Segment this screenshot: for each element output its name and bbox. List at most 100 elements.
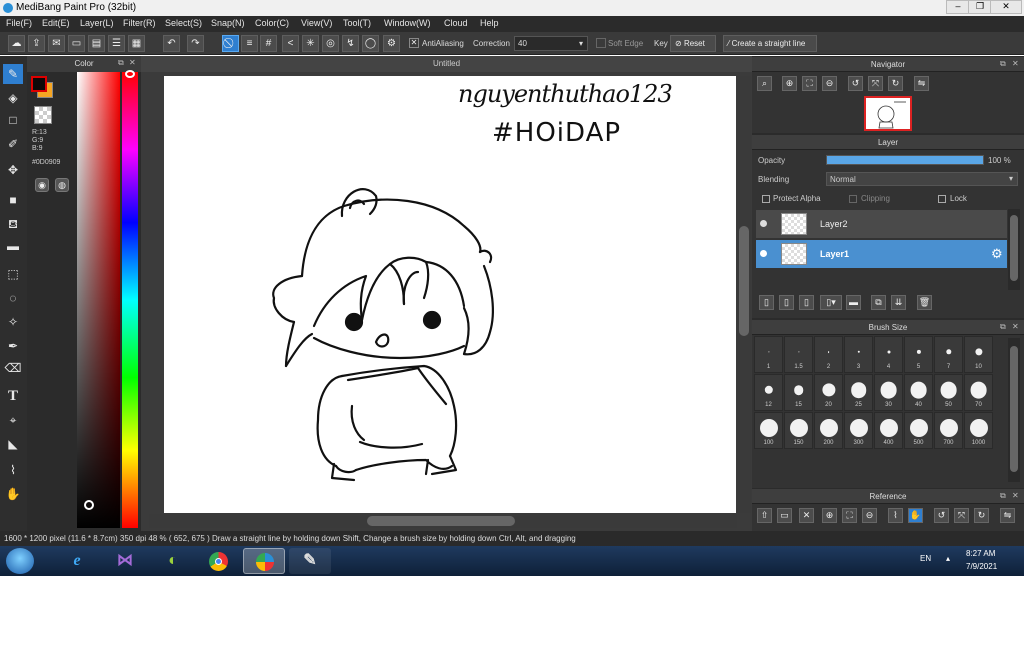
close-panel-icon[interactable]: ✕ (1012, 59, 1019, 68)
reset-button[interactable]: ⊘ Reset (670, 35, 716, 52)
navigator-thumbnail[interactable] (864, 96, 912, 131)
brush-size-cell[interactable]: 2 (814, 336, 843, 373)
add-layer-menu-icon[interactable]: ▯▾ (820, 295, 842, 310)
brush-size-scroll-thumb[interactable] (1010, 346, 1018, 472)
transparent-swatch[interactable] (34, 106, 52, 124)
menu-view[interactable]: View(V) (301, 18, 332, 28)
create-straight-line-button[interactable]: ⁄ Create a straight line (723, 35, 817, 52)
brush-size-cell[interactable]: 400 (874, 412, 903, 449)
rotate-right-icon[interactable]: ↻ (888, 76, 903, 91)
grid-icon[interactable]: ▦ (128, 35, 145, 52)
brush-size-cell[interactable]: 4 (874, 336, 903, 373)
brush-size-cell[interactable]: 7 (934, 336, 963, 373)
layer-scrollbar[interactable] (1008, 209, 1020, 293)
palette-icon[interactable]: ◉ (35, 178, 49, 192)
brush-size-cell[interactable]: 1 (754, 336, 783, 373)
brush-size-cell[interactable]: 300 (844, 412, 873, 449)
brush-size-cell[interactable]: 1.5 (784, 336, 813, 373)
float-panel-icon[interactable]: ⧉ (1000, 59, 1006, 69)
zoom-out-icon[interactable]: ⊖ (822, 76, 837, 91)
layer-settings-gear-icon[interactable]: ⚙ (991, 246, 1003, 262)
hand-icon[interactable]: ✋ (908, 508, 923, 523)
new-halftone-layer-icon[interactable]: ▯ (799, 295, 814, 310)
menu-color[interactable]: Color(C) (255, 18, 289, 28)
palette-add-icon[interactable]: ◍ (55, 178, 69, 192)
rotate-right-icon[interactable]: ↻ (974, 508, 989, 523)
zoom-in-icon[interactable]: ⊕ (822, 508, 837, 523)
merge-down-icon[interactable]: ⇊ (891, 295, 906, 310)
zoom-out-icon[interactable]: ⊖ (862, 508, 877, 523)
menu-snap[interactable]: Snap(N) (211, 18, 245, 28)
brush-size-cell[interactable]: 40 (904, 374, 933, 411)
brush-size-scrollbar[interactable] (1008, 338, 1020, 482)
dot-tool-icon[interactable]: □ (3, 110, 23, 130)
brush-size-cell[interactable]: 10 (964, 336, 993, 373)
brush-size-cell[interactable]: 12 (754, 374, 783, 411)
rotate-left-icon[interactable]: ↺ (848, 76, 863, 91)
internet-explorer-icon[interactable]: e (56, 548, 98, 574)
document-icon[interactable]: ▤ (88, 35, 105, 52)
zoom-icon[interactable]: ⌕ (757, 76, 772, 91)
share-icon[interactable]: ⇪ (28, 35, 45, 52)
close-panel-icon[interactable]: ✕ (1012, 322, 1019, 331)
brush-size-cell[interactable]: 200 (814, 412, 843, 449)
chat-icon[interactable]: ✉ (48, 35, 65, 52)
snap-off-icon[interactable]: ⃠ (222, 35, 239, 52)
antialiasing-checkbox[interactable]: ✕ (409, 38, 419, 48)
tray-up-arrow-icon[interactable]: ▴ (946, 554, 950, 563)
new-layer-icon[interactable]: ▯ (759, 295, 774, 310)
brush-size-cell[interactable]: 30 (874, 374, 903, 411)
eraser-tool-icon[interactable]: ◈ (3, 88, 23, 108)
cross-snap-icon[interactable]: # (260, 35, 277, 52)
brush-size-cell[interactable]: 3 (844, 336, 873, 373)
radial-snap-icon[interactable]: ✳ (302, 35, 319, 52)
magic-wand-icon[interactable]: ✧ (3, 312, 23, 332)
new-color-layer-icon[interactable]: ▯ (779, 295, 794, 310)
language-indicator[interactable]: EN (920, 554, 931, 563)
canvas-tab[interactable]: Untitled (141, 56, 752, 72)
pen-tool-icon[interactable]: ✐ (3, 134, 23, 154)
comment-icon[interactable]: ▭ (68, 35, 85, 52)
parallel-snap-icon[interactable]: ≡ (241, 35, 258, 52)
eyedropper-icon[interactable]: ⌇ (888, 508, 903, 523)
menu-edit[interactable]: Edit(E) (42, 18, 70, 28)
ellipse-snap-icon[interactable]: ◯ (362, 35, 379, 52)
drawing-canvas[interactable]: nguyenthuthao123 #HOiDAP (164, 76, 736, 513)
color-picker-handle[interactable] (84, 500, 94, 510)
shape-fill-icon[interactable]: ■ (3, 190, 23, 210)
circle-snap-icon[interactable]: ◎ (322, 35, 339, 52)
hand-tool-icon[interactable]: ✋ (3, 484, 23, 504)
soft-edge-checkbox[interactable] (596, 38, 606, 48)
medibang-taskbar-icon[interactable] (243, 548, 285, 574)
brush-size-cell[interactable]: 20 (814, 374, 843, 411)
brush-size-cell[interactable]: 700 (934, 412, 963, 449)
folder-icon[interactable]: ▬ (846, 295, 861, 310)
fit-icon[interactable]: ⛶ (802, 76, 817, 91)
layer-scroll-thumb[interactable] (1010, 215, 1018, 281)
duplicate-layer-icon[interactable]: ⧉ (871, 295, 886, 310)
reset-view-icon[interactable]: ⤧ (868, 76, 883, 91)
select-tool-icon[interactable]: ⬚ (3, 264, 23, 284)
opacity-slider[interactable] (826, 155, 984, 165)
fit-icon[interactable]: ⛶ (842, 508, 857, 523)
select-eraser-icon[interactable]: ⌫ (3, 358, 23, 378)
close-reference-icon[interactable]: ✕ (799, 508, 814, 523)
blending-select[interactable]: Normal ▾ (826, 172, 1018, 186)
clock-date[interactable]: 7/9/2021 (966, 562, 997, 571)
close-button[interactable]: ✕ (990, 0, 1022, 14)
coccoc-browser-icon[interactable]: ◐ (152, 548, 194, 574)
menu-filter[interactable]: Filter(R) (123, 18, 156, 28)
flip-icon[interactable]: ⇋ (914, 76, 929, 91)
close-panel-icon[interactable]: ✕ (129, 58, 136, 67)
layer-row-selected[interactable]: Layer1 ⚙ (756, 240, 1007, 268)
brush-size-cell[interactable]: 100 (754, 412, 783, 449)
bucket-tool-icon[interactable]: ⛾ (3, 214, 23, 234)
text-tool-icon[interactable]: T (3, 386, 23, 406)
main-color-swatch[interactable] (31, 76, 47, 92)
saturation-value-picker[interactable] (77, 72, 120, 528)
layer-row[interactable]: Layer2 (756, 210, 1007, 238)
lasso-tool-icon[interactable]: ◌ (3, 288, 23, 308)
snap-settings-icon[interactable]: ⚙ (383, 35, 400, 52)
horizontal-scrollbar[interactable] (149, 514, 737, 528)
brush-size-cell[interactable]: 1000 (964, 412, 993, 449)
